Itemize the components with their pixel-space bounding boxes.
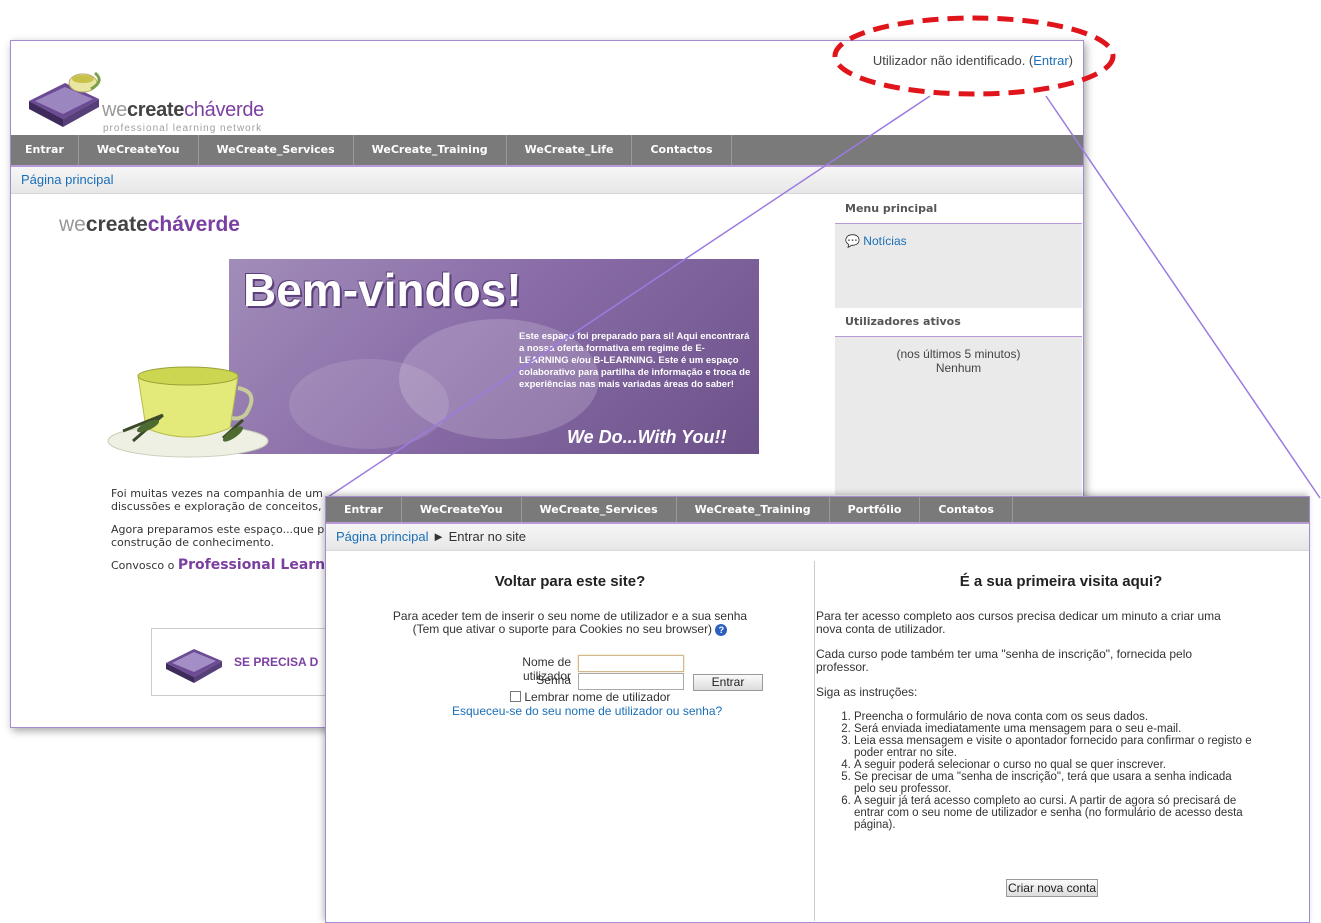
remember-label: Lembrar nome de utilizador xyxy=(524,690,671,704)
help-icon[interactable]: ? xyxy=(715,623,728,636)
login-nav: Entrar WeCreateYou WeCreate_Services WeC… xyxy=(326,497,1309,524)
login-info-line2: (Tem que ativar o suporte para Cookies n… xyxy=(412,622,713,636)
list-item: A seguir poderá selecionar o curso no qu… xyxy=(854,759,1254,771)
breadcrumb-current: Entrar no site xyxy=(448,529,526,544)
nav-item-wecreate-training[interactable]: WeCreate_Training xyxy=(677,497,830,522)
nav-item-portfolio[interactable]: Portfólio xyxy=(830,497,921,522)
signup-steps: Preencha o formulário de nova conta com … xyxy=(816,711,1254,831)
signup-p3: Siga as instruções: xyxy=(816,685,918,699)
remember-checkbox[interactable] xyxy=(510,691,521,702)
login-info: Para aceder tem de inserir o seu nome de… xyxy=(326,610,814,636)
nav-item-entrar[interactable]: Entrar xyxy=(326,497,402,522)
list-item: Será enviada imediatamente uma mensagem … xyxy=(854,723,1254,735)
login-window: Entrar WeCreateYou WeCreate_Services WeC… xyxy=(325,496,1310,923)
signup-panel: É a sua primeira visita aqui? Para ter a… xyxy=(816,561,1306,897)
nav-item-wecreateyou[interactable]: WeCreateYou xyxy=(402,497,522,522)
breadcrumb-separator-icon: ► xyxy=(432,529,446,544)
forgot-password-link[interactable]: Esqueceu-se do seu nome de utilizador ou… xyxy=(452,704,722,718)
password-input[interactable] xyxy=(578,673,684,690)
signup-p1: Para ter acesso completo aos cursos prec… xyxy=(816,609,1221,636)
breadcrumb-home[interactable]: Página principal xyxy=(336,529,429,544)
list-item: A seguir já terá acesso completo ao curs… xyxy=(854,795,1254,831)
login-title: Voltar para este site? xyxy=(494,573,646,590)
username-input[interactable] xyxy=(578,655,684,672)
list-item: Se precisar de uma "senha de inscrição",… xyxy=(854,771,1254,795)
login-button[interactable]: Entrar xyxy=(693,674,763,691)
signup-title: É a sua primeira visita aqui? xyxy=(959,573,1163,590)
login-panel: Voltar para este site? Para aceder tem d… xyxy=(326,561,815,921)
list-item: Preencha o formulário de nova conta com … xyxy=(854,711,1254,723)
list-item: Leia essa mensagem e visite o apontador … xyxy=(854,735,1254,759)
password-label: Senha xyxy=(536,673,571,687)
create-account-button[interactable]: Criar nova conta xyxy=(1006,879,1098,897)
signup-p2: Cada curso pode também ter uma "senha de… xyxy=(816,647,1193,674)
login-breadcrumb: Página principal ► Entrar no site xyxy=(326,524,1309,551)
nav-item-contatos[interactable]: Contatos xyxy=(920,497,1013,522)
nav-item-wecreate-services[interactable]: WeCreate_Services xyxy=(522,497,677,522)
remember-row: Lembrar nome de utilizador xyxy=(510,690,670,704)
